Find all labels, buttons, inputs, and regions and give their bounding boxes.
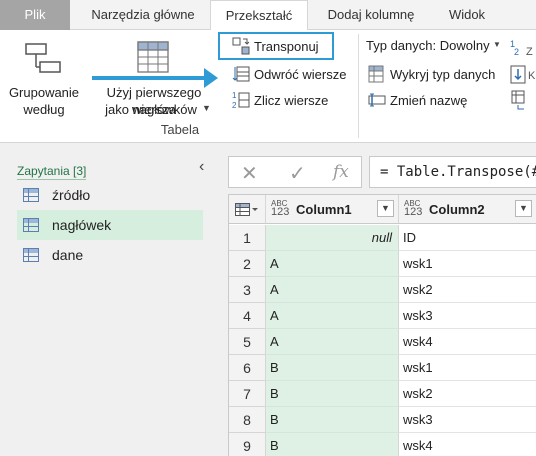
row-number[interactable]: 2: [229, 251, 266, 277]
table-cell[interactable]: B: [266, 433, 399, 456]
queries-title: Zapytania [3]: [17, 164, 87, 180]
table-cell[interactable]: A: [266, 251, 399, 277]
query-item-label: dane: [52, 247, 84, 263]
table-cell[interactable]: wsk4: [399, 329, 536, 355]
tab-home[interactable]: Narzędzia główne: [76, 0, 210, 30]
table-cell[interactable]: ID: [399, 225, 536, 251]
ribbon-group-label: Tabela: [160, 122, 200, 137]
fill-down-icon: K: [510, 65, 536, 84]
svg-text:1: 1: [232, 91, 237, 100]
column-header-2[interactable]: ABC 123 Column2 ▼: [399, 195, 536, 224]
table-icon: [23, 248, 39, 262]
table-cell[interactable]: B: [266, 381, 399, 407]
table-headers-icon: [137, 41, 169, 73]
table-icon: [23, 188, 39, 202]
formula-controls: ✕ ✓ fx: [228, 156, 362, 188]
count-rows-label: Zlicz wiersze: [254, 93, 329, 108]
data-type-dropdown[interactable]: Typ danych: Dowolny ▼: [366, 38, 502, 58]
highlight-arrow-head: [204, 68, 218, 88]
table-cell[interactable]: B: [266, 407, 399, 433]
table-cell[interactable]: wsk4: [399, 433, 536, 456]
select-all-corner[interactable]: [229, 195, 266, 224]
row-number[interactable]: 1: [229, 225, 266, 251]
formula-input[interactable]: = Table.Transpose(#: [369, 156, 536, 188]
table-cell[interactable]: wsk3: [399, 407, 536, 433]
query-item-label: nagłówek: [52, 217, 112, 233]
column-type-icon[interactable]: ABC 123: [271, 199, 289, 218]
row-number[interactable]: 7: [229, 381, 266, 407]
cancel-icon[interactable]: ✕: [241, 161, 258, 186]
svg-text:2: 2: [514, 47, 519, 57]
table-cell[interactable]: A: [266, 277, 399, 303]
row-number[interactable]: 3: [229, 277, 266, 303]
ribbon-separator: [358, 34, 359, 138]
group-by-icon: [25, 43, 61, 73]
query-item-zrodlo[interactable]: źródło: [17, 180, 203, 210]
table-cell[interactable]: wsk1: [399, 355, 536, 381]
reverse-rows-icon: [232, 66, 250, 82]
group-by-button[interactable]: Grupowanie według: [0, 36, 86, 120]
detect-type-button[interactable]: Wykryj typ danych: [366, 64, 500, 86]
highlight-arrow: [92, 76, 210, 80]
transpose-button[interactable]: Transponuj: [230, 36, 330, 58]
table-cell[interactable]: wsk2: [399, 381, 536, 407]
use-first-row-label-2: jako nagłówków: [105, 102, 197, 117]
table-cell[interactable]: wsk3: [399, 303, 536, 329]
svg-text:2: 2: [232, 101, 237, 110]
column-name: Column2: [429, 202, 485, 217]
column-name: Column1: [296, 202, 352, 217]
group-by-label: Grupowanie według: [8, 85, 80, 117]
filter-dropdown-icon[interactable]: ▼: [377, 200, 394, 217]
table-cell[interactable]: wsk2: [399, 277, 536, 303]
rename-button[interactable]: Zmień nazwę: [366, 90, 486, 112]
detect-type-label: Wykryj typ danych: [390, 67, 496, 82]
table-cell[interactable]: null: [266, 225, 399, 251]
chevron-down-icon: ▼: [493, 40, 501, 49]
reverse-rows-label: Odwróć wiersze: [254, 67, 347, 82]
column-type-icon[interactable]: ABC 123: [404, 199, 422, 218]
transpose-icon: [232, 37, 250, 55]
chevron-down-icon: ▼: [202, 103, 211, 113]
confirm-icon[interactable]: ✓: [289, 161, 306, 186]
column-header-1[interactable]: ABC 123 Column1 ▼: [266, 195, 399, 224]
tab-add-column[interactable]: Dodaj kolumnę: [310, 0, 432, 30]
fx-icon[interactable]: fx: [333, 162, 349, 182]
count-rows-button[interactable]: 1 2 Zlicz wiersze: [230, 90, 354, 112]
filter-dropdown-icon[interactable]: ▼: [515, 200, 532, 217]
table-cell[interactable]: A: [266, 329, 399, 355]
data-type-label: Typ danych: Dowolny: [366, 38, 490, 53]
count-rows-icon: 1 2: [232, 91, 250, 110]
row-number[interactable]: 8: [229, 407, 266, 433]
pivot-icon: [511, 90, 525, 110]
detect-type-icon: [368, 65, 384, 83]
ribbon-tabs: Plik Narzędzia główne Przekształć Dodaj …: [0, 0, 536, 31]
collapse-pane-icon[interactable]: ‹: [199, 158, 204, 176]
row-number[interactable]: 9: [229, 433, 266, 456]
table-icon: [23, 218, 39, 232]
query-item-dane[interactable]: dane: [17, 240, 203, 270]
query-item-naglowek[interactable]: nagłówek: [17, 210, 203, 240]
svg-text:Z: Z: [526, 46, 533, 58]
table-cell[interactable]: B: [266, 355, 399, 381]
tab-view[interactable]: Widok: [432, 0, 502, 30]
data-grid: ABC 123 Column1 ▼ ABC 123 Column2 ▼ 1 null I…: [228, 194, 536, 456]
queries-pane: Zapytania [3] ‹ źródło nagłówek dane: [0, 144, 215, 456]
rename-icon: [368, 93, 386, 107]
rename-label: Zmień nazwę: [390, 93, 468, 108]
row-number[interactable]: 4: [229, 303, 266, 329]
svg-text:K: K: [528, 70, 536, 82]
transpose-label: Transponuj: [254, 39, 319, 54]
table-cell[interactable]: wsk1: [399, 251, 536, 277]
tab-file[interactable]: Plik: [0, 0, 70, 30]
table-menu-icon: [235, 203, 258, 216]
query-item-label: źródło: [52, 187, 91, 203]
row-number[interactable]: 5: [229, 329, 266, 355]
sort-icon: 1 2 Z: [510, 39, 533, 58]
row-number[interactable]: 6: [229, 355, 266, 381]
reverse-rows-button[interactable]: Odwróć wiersze: [230, 64, 354, 86]
table-cell[interactable]: A: [266, 303, 399, 329]
tab-transform[interactable]: Przekształć: [210, 0, 308, 31]
ribbon: Grupowanie według Użyj pierwszego wiersz…: [0, 30, 536, 143]
